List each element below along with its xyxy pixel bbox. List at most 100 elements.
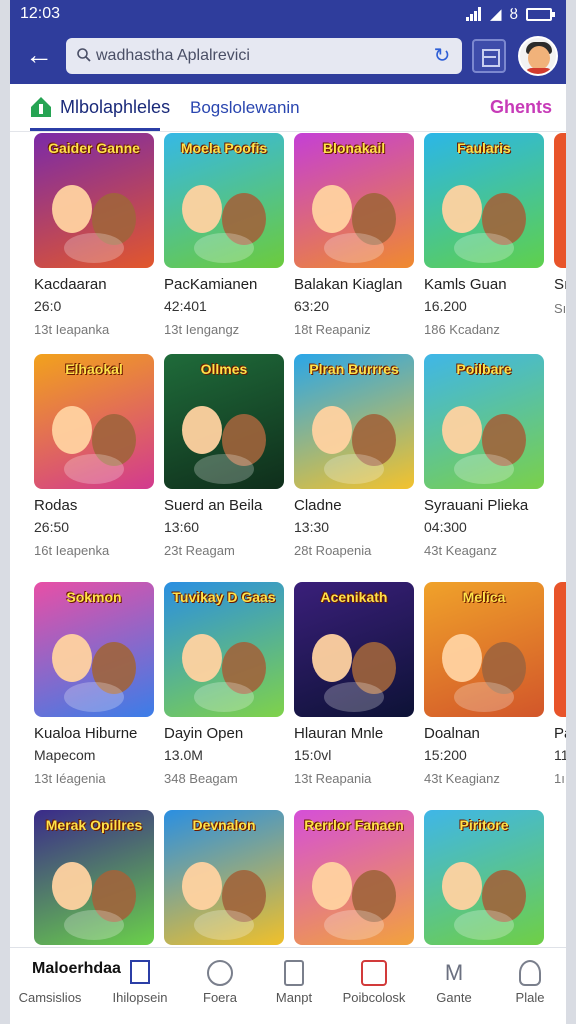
game-thumbnail[interactable] xyxy=(554,133,566,268)
tab-third[interactable]: Ghents xyxy=(490,97,552,118)
game-name: Syrauani Plieka xyxy=(424,497,529,514)
game-meta: 348 Beagam xyxy=(164,771,238,786)
game-banner-title: Faularis xyxy=(457,140,511,156)
game-thumbnail[interactable]: Plran Burrres xyxy=(294,354,414,489)
game-card[interactable]: Piritore xyxy=(424,810,544,947)
character-illustration xyxy=(52,634,92,682)
game-thumbnail[interactable]: Ollmes xyxy=(164,354,284,489)
nav-item-label: Gante xyxy=(436,990,472,1005)
game-thumbnail[interactable] xyxy=(554,354,566,489)
character-illustration xyxy=(324,233,384,263)
game-num: 63:20 xyxy=(294,298,330,314)
game-name: Doalnan xyxy=(424,725,480,742)
tab-second[interactable]: Bogslolewanin xyxy=(190,98,300,118)
wifi-icon: ◢ xyxy=(489,6,502,23)
game-thumbnail[interactable]: Tuvikay D Gaas xyxy=(164,582,284,717)
search-input[interactable]: wadhastha Aplalrevici xyxy=(96,47,250,65)
notifications-icon xyxy=(361,960,387,986)
game-banner-title: Acenikath xyxy=(320,589,388,605)
game-thumbnail[interactable]: Poilbare xyxy=(424,354,544,489)
game-num: 13:30 xyxy=(294,519,330,535)
game-grid: Gaider Ganne Kacdaaran 26:0 13t Ieapanka Moe… xyxy=(10,133,566,947)
game-thumbnail[interactable]: Moela Poofis xyxy=(164,133,284,268)
game-card-partial[interactable] xyxy=(554,354,566,505)
nav-item[interactable]: M Gante xyxy=(414,948,494,1024)
game-card[interactable]: Devnalon xyxy=(164,810,284,947)
tabs-icon[interactable] xyxy=(472,39,506,73)
game-card[interactable]: Ollmes Suerd an Beila 13:60 23t Reagam xyxy=(164,354,284,558)
nav-item[interactable]: Ihilopsein xyxy=(100,948,180,1024)
search-bar[interactable]: wadhastha Aplalrevici ↻ xyxy=(66,38,462,74)
game-card[interactable]: Tuvikay D Gaas Dayin Open 13.0M 348 Beagam xyxy=(164,582,284,786)
game-card[interactable]: Moela Poofis PacKamianen 42:401 13t Iengang… xyxy=(164,133,284,337)
game-name: Hlauran Mnle xyxy=(294,725,384,742)
games-icon: M xyxy=(444,960,464,985)
game-card-partial[interactable]: Pa 11 1ı xyxy=(554,582,566,786)
game-card[interactable]: Blonakail Balakan Kiaglan 63:20 18t Reapani… xyxy=(294,133,414,337)
character-illustration xyxy=(182,862,222,910)
nav-item[interactable]: Camsislios xyxy=(10,948,90,1024)
profile-icon xyxy=(519,960,541,986)
character-illustration xyxy=(442,634,482,682)
game-banner-title: Moela Poofis xyxy=(180,140,268,156)
game-meta: 13t Reapania xyxy=(294,771,372,786)
game-name: Dayin Open xyxy=(164,725,244,742)
game-card[interactable]: Acenikath Hlauran Mnle 15:0vl 13t Reapania xyxy=(294,582,414,786)
game-banner-title: Ollmes xyxy=(200,361,248,377)
game-card[interactable]: Melica Doalnan 15:200 43t Keagianz xyxy=(424,582,544,786)
game-thumbnail[interactable]: Elhaokal xyxy=(34,354,154,489)
game-banner-title: Plran Burrres xyxy=(309,361,399,377)
character-illustration xyxy=(194,910,254,940)
character-illustration xyxy=(52,406,92,454)
game-thumbnail[interactable]: Melica xyxy=(424,582,544,717)
game-thumbnail[interactable]: Faularis xyxy=(424,133,544,268)
game-meta: 1ı xyxy=(554,771,565,786)
game-thumbnail[interactable]: Acenikath xyxy=(294,582,414,717)
game-name: PacKamianen xyxy=(164,276,258,293)
character-illustration xyxy=(454,454,514,484)
game-thumbnail[interactable]: Sokmon xyxy=(34,582,154,717)
game-banner-title: Merak Opillres xyxy=(45,817,143,833)
character-illustration xyxy=(324,454,384,484)
game-card[interactable]: Faularis Kamls Guan 16.200 186 Kcadanz xyxy=(424,133,544,337)
game-num: 04:300 xyxy=(424,519,467,535)
game-num: 16.200 xyxy=(424,298,467,314)
game-thumbnail[interactable]: Gaider Ganne xyxy=(34,133,154,268)
game-card[interactable]: Gaider Ganne Kacdaaran 26:0 13t Ieapanka xyxy=(34,133,154,337)
nav-item[interactable]: Manpt xyxy=(254,948,334,1024)
game-thumbnail[interactable]: Blonakail xyxy=(294,133,414,268)
avatar[interactable] xyxy=(518,36,558,76)
game-meta: 16t Ieapenka xyxy=(34,543,110,558)
character-illustration xyxy=(454,233,514,263)
game-banner-title: Sokmon xyxy=(66,589,122,605)
game-name: Kacdaaran xyxy=(34,276,107,293)
tab-active[interactable]: Mlbolaphleles xyxy=(30,96,170,118)
reload-icon[interactable]: ↻ xyxy=(430,44,454,68)
game-thumbnail[interactable]: Rerrlor Fanaen xyxy=(294,810,414,945)
gamepad-icon xyxy=(207,960,233,986)
bookmark-icon xyxy=(130,960,150,984)
game-card[interactable]: Merak Opillres xyxy=(34,810,154,947)
nav-item[interactable]: Foera xyxy=(180,948,260,1024)
nav-item[interactable]: Plale xyxy=(490,948,566,1024)
game-card[interactable]: Plran Burrres Cladne 13:30 28t Roapenia xyxy=(294,354,414,558)
game-card[interactable]: Elhaokal Rodas 26:50 16t Ieapenka xyxy=(34,354,154,558)
back-arrow-icon[interactable]: ← xyxy=(22,38,56,72)
game-thumbnail[interactable]: Merak Opillres xyxy=(34,810,154,945)
game-thumbnail[interactable]: Piritore xyxy=(424,810,544,945)
game-meta: 186 Kcadanz xyxy=(424,322,500,337)
character-illustration xyxy=(182,634,222,682)
game-banner-title: Elhaokal xyxy=(65,361,123,377)
game-card[interactable]: Rerrlor Fanaen xyxy=(294,810,414,947)
game-num: 26:0 xyxy=(34,298,62,314)
game-thumbnail[interactable]: Devnalon xyxy=(164,810,284,945)
game-card[interactable]: Poilbare Syrauani Plieka 04:300 43t Keaganz xyxy=(424,354,544,558)
character-illustration xyxy=(182,185,222,233)
nav-item[interactable]: Poibcolosk xyxy=(334,948,414,1024)
game-card-partial[interactable]: Sı Sı xyxy=(554,133,566,316)
game-name: Kamls Guan xyxy=(424,276,507,293)
game-thumbnail[interactable] xyxy=(554,582,566,717)
character-illustration xyxy=(64,233,124,263)
game-card[interactable]: Sokmon Kualoa Hiburne Mapecom 13t Iéagenia xyxy=(34,582,154,786)
game-num: 15:0vl xyxy=(294,747,332,763)
